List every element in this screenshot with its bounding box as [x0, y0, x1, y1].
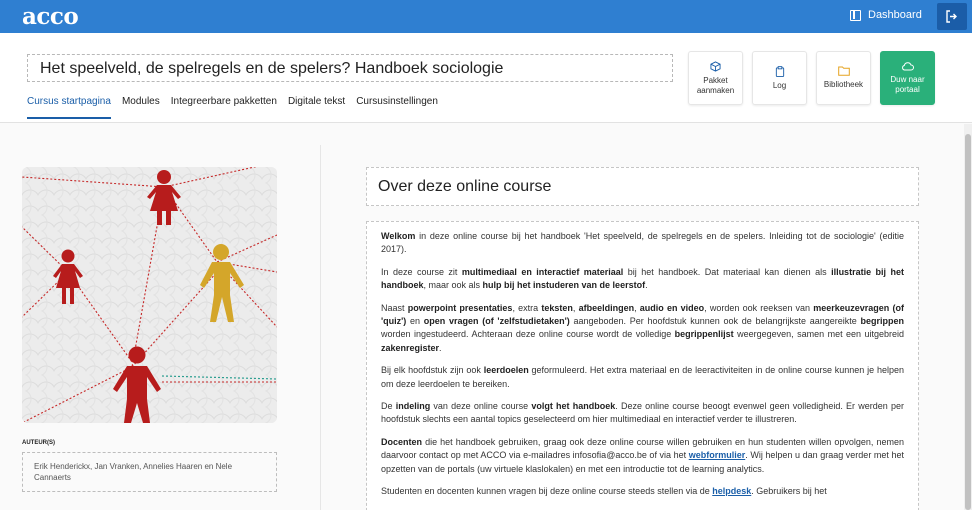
bibliotheek-button[interactable]: Bibliotheek [816, 51, 871, 105]
dashboard-label: Dashboard [868, 9, 922, 21]
course-cover-image [22, 167, 277, 423]
pakket-aanmaken-button[interactable]: Pakket aanmaken [688, 51, 743, 105]
author-label: AUTEUR(S) [22, 440, 55, 446]
top-bar: acco Dashboard [0, 0, 972, 33]
tab-cursusinstellingen[interactable]: Cursusinstellingen [356, 96, 438, 119]
tab-cursus-startpagina[interactable]: Cursus startpagina [27, 96, 111, 119]
dashboard-link[interactable]: Dashboard [850, 9, 922, 21]
paragraph-helpdesk: Studenten en docenten kunnen vragen bij … [381, 486, 827, 497]
helpdesk-link[interactable]: helpdesk [712, 486, 751, 496]
cloud-icon [902, 62, 914, 71]
paragraph-teachers: Docenten die het handboek gebruiken, gra… [381, 436, 904, 474]
log-label: Log [772, 80, 787, 90]
about-course-title: Over deze online course [366, 167, 919, 206]
column-divider [320, 145, 321, 510]
page-scrollbar[interactable] [964, 124, 972, 510]
author-field: Erik Henderickx, Jan Vranken, Annelies H… [22, 452, 277, 492]
webformulier-link[interactable]: webformulier [689, 450, 746, 460]
logout-button[interactable] [937, 3, 967, 30]
course-header: Het speelveld, de spelregels en de spele… [0, 33, 972, 123]
paragraph-materials: In deze course zit multimediaal en inter… [381, 266, 904, 291]
log-button[interactable]: Log [752, 51, 807, 105]
tab-digitale-tekst[interactable]: Digitale tekst [288, 96, 345, 119]
clipboard-icon [775, 65, 784, 77]
tab-integreerbare-pakketten[interactable]: Integreerbare pakketten [171, 96, 277, 119]
duw-naar-portaal-button[interactable]: Duw naar portaal [880, 51, 935, 105]
package-icon [710, 60, 721, 72]
paragraph-content-types: Naast powerpoint presentaties, extra tek… [381, 302, 905, 353]
tab-modules[interactable]: Modules [122, 96, 160, 119]
header-actions: Pakket aanmaken Log Bibliotheek Duw naar p… [688, 51, 935, 105]
paragraph-welcome: Welkom in deze online course bij het han… [381, 231, 904, 255]
paragraph-structure: De indeling van deze online course volgt… [381, 401, 904, 425]
folder-icon [837, 66, 850, 76]
pakket-aanmaken-label: Pakket aanmaken [696, 75, 735, 95]
bibliotheek-label: Bibliotheek [823, 80, 864, 89]
course-description: Welkom in deze online course bij het han… [366, 221, 919, 510]
acco-logo[interactable]: acco [22, 3, 79, 30]
course-title-field[interactable]: Het speelveld, de spelregels en de spele… [27, 54, 673, 82]
dashboard-icon [850, 9, 861, 21]
duw-naar-portaal-label: Duw naar portaal [890, 75, 925, 94]
logout-icon [946, 10, 957, 23]
course-tabs: Cursus startpagina Modules Integreerbare… [27, 96, 438, 119]
scrollbar-thumb[interactable] [965, 134, 971, 510]
paragraph-learning-goals: Bij elk hoofdstuk zijn ook leerdoelen ge… [381, 365, 904, 389]
